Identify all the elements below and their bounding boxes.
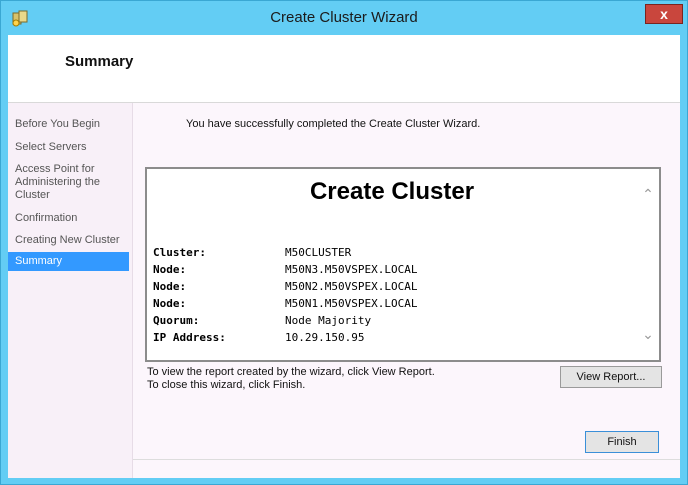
row-key: Quorum: [153, 314, 200, 327]
hint-text: To view the report created by the wizard… [147, 366, 435, 392]
wizard-steps: Before You Begin Select Servers Access P… [8, 103, 133, 478]
row-value: 10.29.150.95 [285, 331, 365, 344]
row-key: IP Address: [153, 331, 226, 344]
row-value: M50N2.M50VSPEX.LOCAL [285, 280, 418, 293]
step-confirmation[interactable]: Confirmation [8, 212, 129, 225]
step-summary[interactable]: Summary [8, 252, 129, 271]
row-key: Node: [153, 297, 187, 310]
chevron-down-icon[interactable]: ⌄ [639, 326, 657, 342]
row-value: Node Majority [285, 314, 372, 327]
row-value: M50N3.M50VSPEX.LOCAL [285, 263, 418, 276]
success-message: You have successfully completed the Crea… [186, 118, 481, 130]
row-key: Node: [153, 263, 187, 276]
row-value: M50CLUSTER [285, 246, 352, 259]
finish-button[interactable]: Finish [585, 431, 659, 453]
step-select-servers[interactable]: Select Servers [8, 141, 129, 154]
close-button[interactable]: x [645, 4, 683, 24]
hint-line-2: To close this wizard, click Finish. [147, 379, 306, 391]
report-title: Create Cluster [309, 178, 475, 205]
wizard-client: Summary Before You Begin Select Servers … [8, 35, 680, 478]
window-title: Create Cluster Wizard [270, 9, 418, 26]
close-icon: x [660, 6, 668, 22]
row-value: M50N1.M50VSPEX.LOCAL [285, 297, 418, 310]
view-report-button[interactable]: View Report... [560, 366, 662, 388]
hint-line-1: To view the report created by the wizard… [147, 366, 435, 378]
page-header: Summary [8, 35, 680, 103]
step-creating-new-cluster[interactable]: Creating New Cluster [8, 234, 129, 247]
page-title: Summary [65, 53, 134, 70]
row-key: Cluster: [153, 246, 206, 259]
chevron-up-icon[interactable]: ⌃ [639, 186, 657, 202]
step-access-point[interactable]: Access Point for Administering the Clust… [8, 163, 129, 202]
divider [133, 459, 680, 460]
report-box[interactable]: Create Cluster ⌃ Cluster: M50CLUSTER Nod… [145, 167, 661, 362]
step-before-you-begin[interactable]: Before You Begin [8, 118, 129, 131]
wizard-window: Create Cluster Wizard x Summary Before Y… [0, 0, 688, 485]
row-key: Node: [153, 280, 187, 293]
title-bar[interactable]: Create Cluster Wizard x [1, 1, 687, 35]
main-panel: You have successfully completed the Crea… [133, 103, 680, 478]
